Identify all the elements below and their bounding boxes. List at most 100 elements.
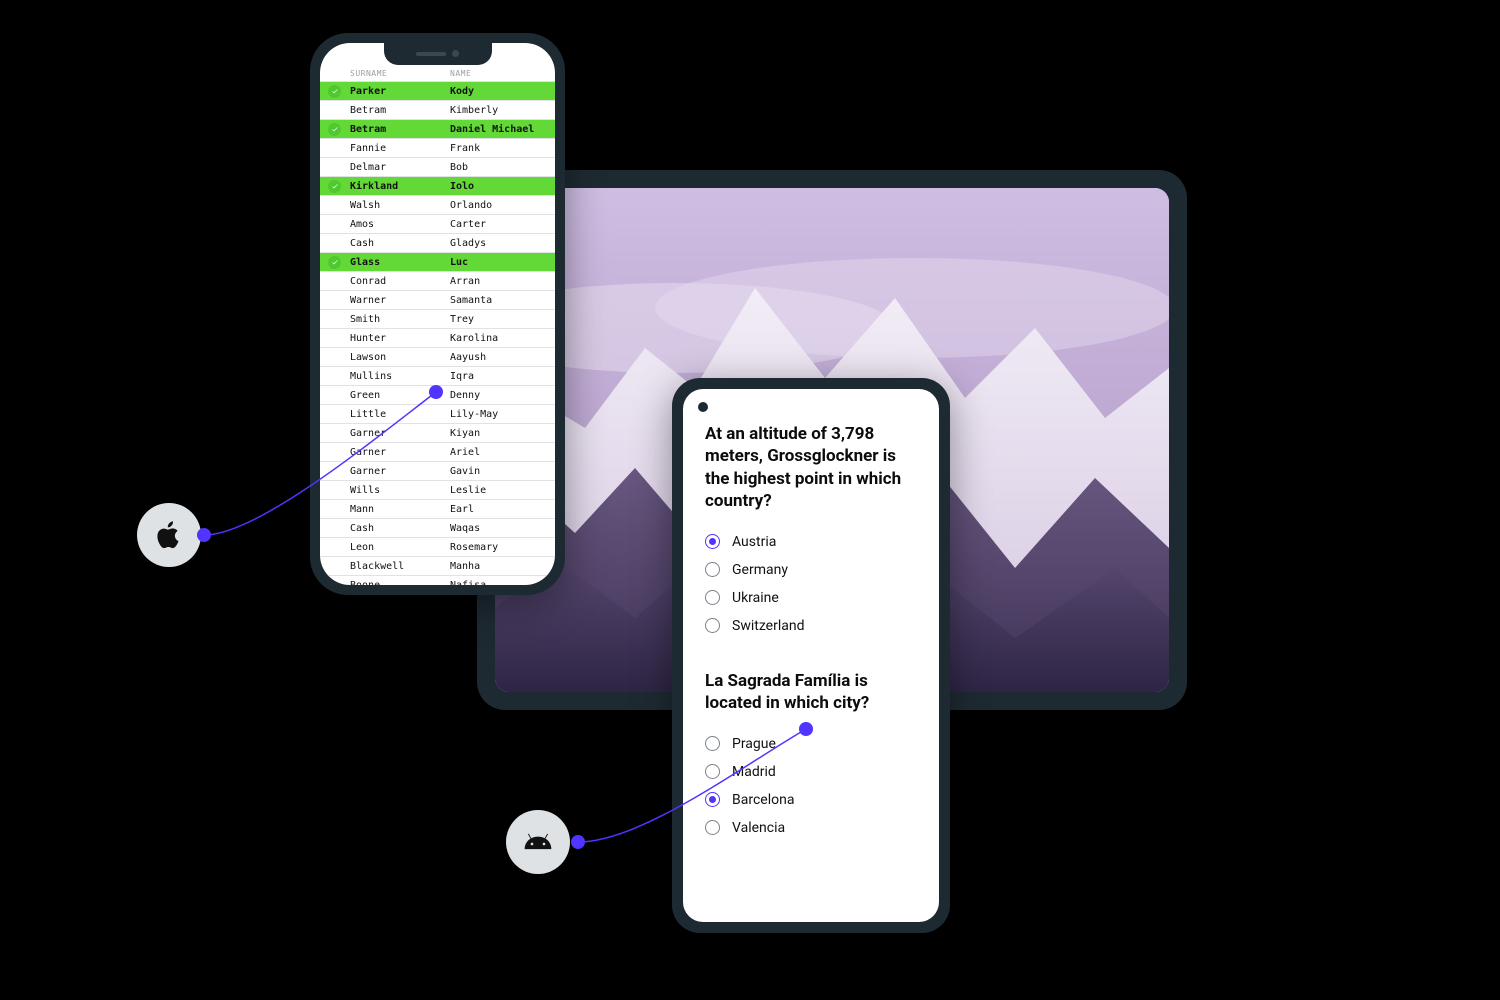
cell-surname: Leon — [350, 542, 450, 553]
cell-surname: Hunter — [350, 333, 450, 344]
quiz-option[interactable]: Austria — [705, 528, 917, 556]
cell-surname: Little — [350, 409, 450, 420]
cell-name: Nafisa — [450, 580, 555, 586]
radio-icon — [705, 618, 720, 633]
col-name-header: NAME — [450, 69, 471, 78]
cell-name: Denny — [450, 390, 555, 401]
quiz-question-2: La Sagrada Família is located in which c… — [705, 670, 917, 715]
col-surname-header: SURNAME — [350, 69, 450, 78]
cell-name: Earl — [450, 504, 555, 515]
table-row[interactable]: BetramDaniel Michael — [320, 119, 555, 138]
table-row[interactable]: CashGladys — [320, 233, 555, 252]
iphone-device: SURNAME NAME ParkerKodyBetramKimberlyBet… — [310, 33, 565, 595]
radio-icon — [705, 590, 720, 605]
names-table: SURNAME NAME ParkerKodyBetramKimberlyBet… — [320, 69, 555, 585]
option-label: Madrid — [732, 764, 776, 780]
table-row[interactable]: ConradArran — [320, 271, 555, 290]
cell-surname: Boone — [350, 580, 450, 586]
table-row[interactable]: GarnerGavin — [320, 461, 555, 480]
cell-name: Aayush — [450, 352, 555, 363]
table-row[interactable]: FannieFrank — [320, 138, 555, 157]
cell-name: Iqra — [450, 371, 555, 382]
cell-surname: Cash — [350, 238, 450, 249]
check-icon — [328, 180, 341, 193]
table-row[interactable]: CashWaqas — [320, 518, 555, 537]
quiz-option[interactable]: Madrid — [705, 758, 917, 786]
table-row[interactable]: BlackwellManha — [320, 556, 555, 575]
option-label: Switzerland — [732, 618, 804, 634]
table-row[interactable]: BooneNafisa — [320, 575, 555, 585]
table-row[interactable]: WalshOrlando — [320, 195, 555, 214]
android-screen: At an altitude of 3,798 meters, Grossglo… — [683, 389, 939, 922]
cell-surname: Lawson — [350, 352, 450, 363]
cell-surname: Betram — [350, 105, 450, 116]
radio-icon — [705, 736, 720, 751]
quiz-option[interactable]: Ukraine — [705, 584, 917, 612]
cell-surname: Betram — [350, 124, 450, 135]
table-row[interactable]: AmosCarter — [320, 214, 555, 233]
android-badge — [506, 810, 570, 874]
cell-name: Kody — [450, 86, 555, 97]
cell-surname: Glass — [350, 257, 450, 268]
table-row[interactable]: DelmarBob — [320, 157, 555, 176]
cell-name: Arran — [450, 276, 555, 287]
option-label: Austria — [732, 534, 776, 550]
check-icon — [328, 123, 341, 136]
table-row[interactable]: LittleLily-May — [320, 404, 555, 423]
table-row[interactable]: MannEarl — [320, 499, 555, 518]
cell-name: Kimberly — [450, 105, 555, 116]
table-row[interactable]: GarnerKiyan — [320, 423, 555, 442]
cell-surname: Garner — [350, 466, 450, 477]
cell-name: Carter — [450, 219, 555, 230]
cell-name: Trey — [450, 314, 555, 325]
cell-surname: Conrad — [350, 276, 450, 287]
check-icon — [328, 85, 341, 98]
cell-name: Samanta — [450, 295, 555, 306]
table-row[interactable]: GarnerAriel — [320, 442, 555, 461]
quiz-option[interactable]: Valencia — [705, 814, 917, 842]
cell-surname: Garner — [350, 447, 450, 458]
table-row[interactable]: WarnerSamanta — [320, 290, 555, 309]
iphone-notch — [384, 43, 492, 65]
cell-surname: Wills — [350, 485, 450, 496]
table-row[interactable]: ParkerKody — [320, 81, 555, 100]
table-row[interactable]: BetramKimberly — [320, 100, 555, 119]
cell-surname: Mullins — [350, 371, 450, 382]
apple-icon — [153, 519, 185, 551]
cell-surname: Garner — [350, 428, 450, 439]
table-row[interactable]: LeonRosemary — [320, 537, 555, 556]
cell-name: Rosemary — [450, 542, 555, 553]
quiz-option[interactable]: Barcelona — [705, 786, 917, 814]
option-label: Prague — [732, 736, 776, 752]
table-row[interactable]: KirklandIolo — [320, 176, 555, 195]
cell-name: Iolo — [450, 181, 555, 192]
cell-surname: Kirkland — [350, 181, 450, 192]
cell-name: Karolina — [450, 333, 555, 344]
option-label: Barcelona — [732, 792, 794, 808]
radio-icon — [705, 534, 720, 549]
table-row[interactable]: LawsonAayush — [320, 347, 555, 366]
quiz-options-1: Austria GermanyUkraine Switzerland — [705, 528, 917, 640]
table-row[interactable]: SmithTrey — [320, 309, 555, 328]
cell-surname: Delmar — [350, 162, 450, 173]
dot-android-phone — [799, 722, 813, 736]
cell-surname: Parker — [350, 86, 450, 97]
radio-icon — [705, 764, 720, 779]
quiz-option[interactable]: Germany — [705, 556, 917, 584]
check-icon — [328, 256, 341, 269]
cell-name: Bob — [450, 162, 555, 173]
radio-icon — [705, 792, 720, 807]
iphone-screen: SURNAME NAME ParkerKodyBetramKimberlyBet… — [320, 43, 555, 585]
quiz-option[interactable]: Switzerland — [705, 612, 917, 640]
cell-name: Orlando — [450, 200, 555, 211]
android-camera-punch — [698, 402, 708, 412]
table-row[interactable]: HunterKarolina — [320, 328, 555, 347]
table-row[interactable]: WillsLeslie — [320, 480, 555, 499]
table-row[interactable]: GlassLuc — [320, 252, 555, 271]
cell-surname: Cash — [350, 523, 450, 534]
table-header: SURNAME NAME — [320, 69, 555, 81]
cell-name: Ariel — [450, 447, 555, 458]
cell-name: Leslie — [450, 485, 555, 496]
cell-name: Frank — [450, 143, 555, 154]
table-row[interactable]: MullinsIqra — [320, 366, 555, 385]
